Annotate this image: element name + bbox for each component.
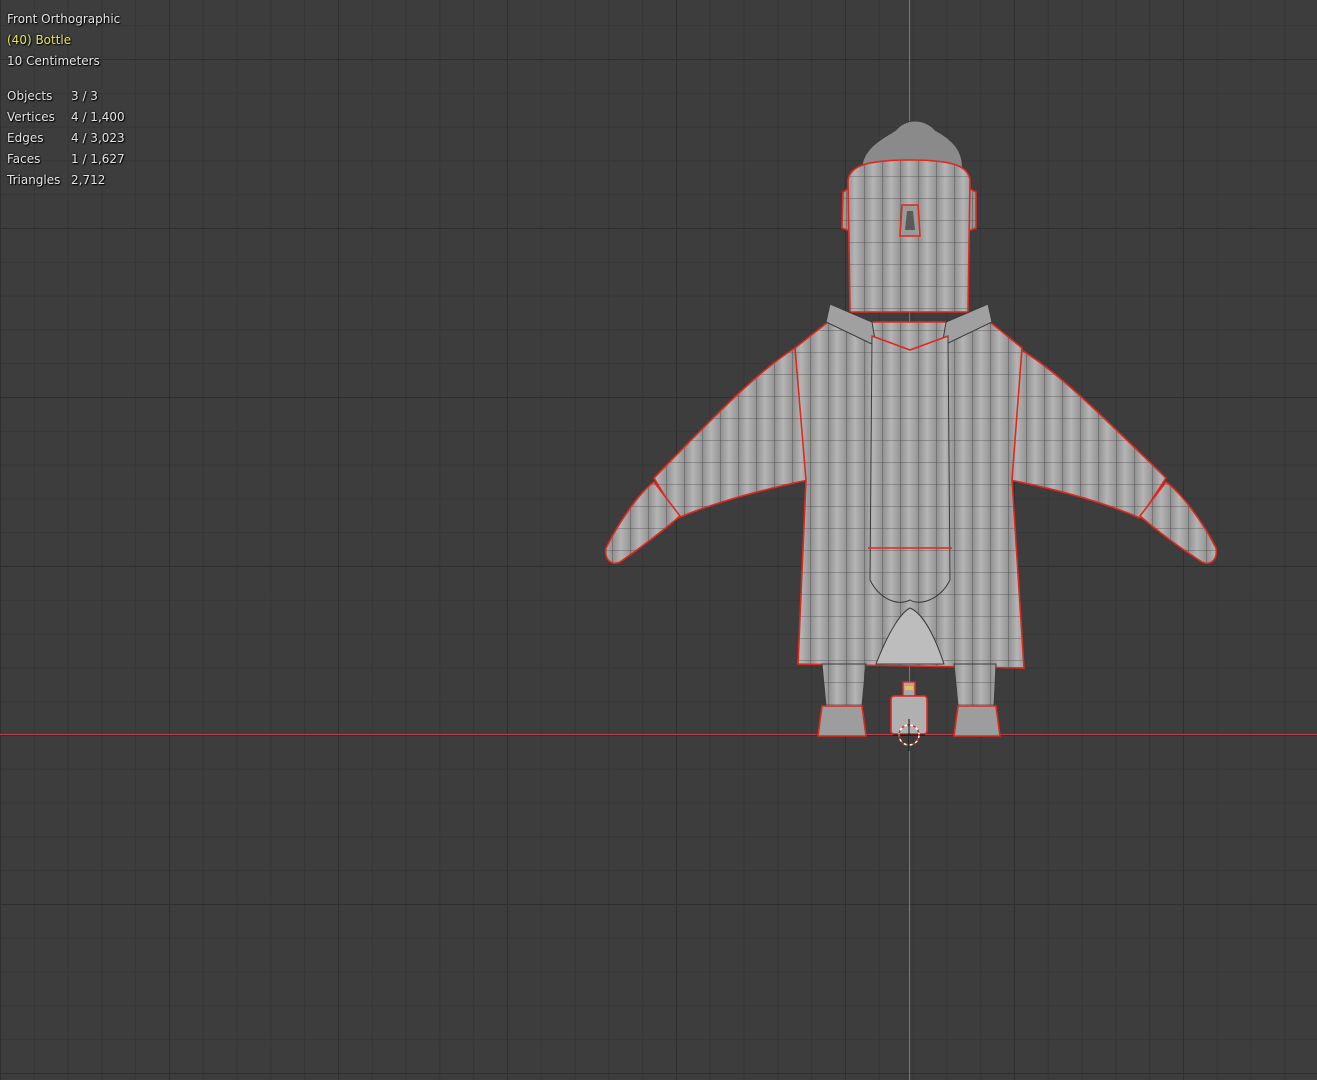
character-leg-left (821, 663, 867, 707)
stat-faces: Faces 1 / 1,627 (7, 149, 125, 170)
character-mesh[interactable] (604, 120, 1218, 737)
stat-vertices: Vertices 4 / 1,400 (7, 107, 125, 128)
view-name: Front Orthographic (7, 12, 121, 26)
stat-label: Faces (7, 152, 41, 167)
stat-label: Objects (7, 88, 53, 103)
stat-objects: Objects 3 / 3 (7, 86, 125, 107)
active-object-label: (40) Bottle (7, 33, 72, 48)
character-arm-right (1009, 346, 1168, 520)
scene-canvas[interactable] (0, 0, 1317, 1080)
stat-value: 4 / 1,400 (71, 109, 125, 124)
stat-label: Triangles (7, 173, 61, 188)
stat-edges: Edges 4 / 3,023 (7, 128, 125, 149)
stat-label: Edges (7, 130, 44, 145)
stat-value: 3 / 3 (71, 88, 98, 103)
character-shoe-left (817, 705, 867, 737)
stat-triangles: Triangles 2,712 (7, 170, 125, 191)
scene-statistics: Objects 3 / 3 Vertices 4 / 1,400 Edges 4… (7, 86, 125, 192)
character-shoe-right (953, 705, 1001, 737)
character-arm-left (652, 346, 809, 520)
3d-viewport[interactable]: Front Orthographic (40) Bottle 10 Centim… (0, 0, 1317, 1080)
grid-scale-label: 10 Centimeters (7, 54, 100, 69)
stat-value: 2,712 (71, 173, 106, 188)
character-leg-right (953, 663, 997, 707)
stat-value: 1 / 1,627 (71, 152, 125, 167)
stat-value: 4 / 3,023 (71, 130, 125, 145)
viewport-info-overlay: Front Orthographic (40) Bottle 10 Centim… (7, 9, 125, 192)
stat-label: Vertices (7, 109, 55, 124)
character-shirt (869, 335, 951, 603)
